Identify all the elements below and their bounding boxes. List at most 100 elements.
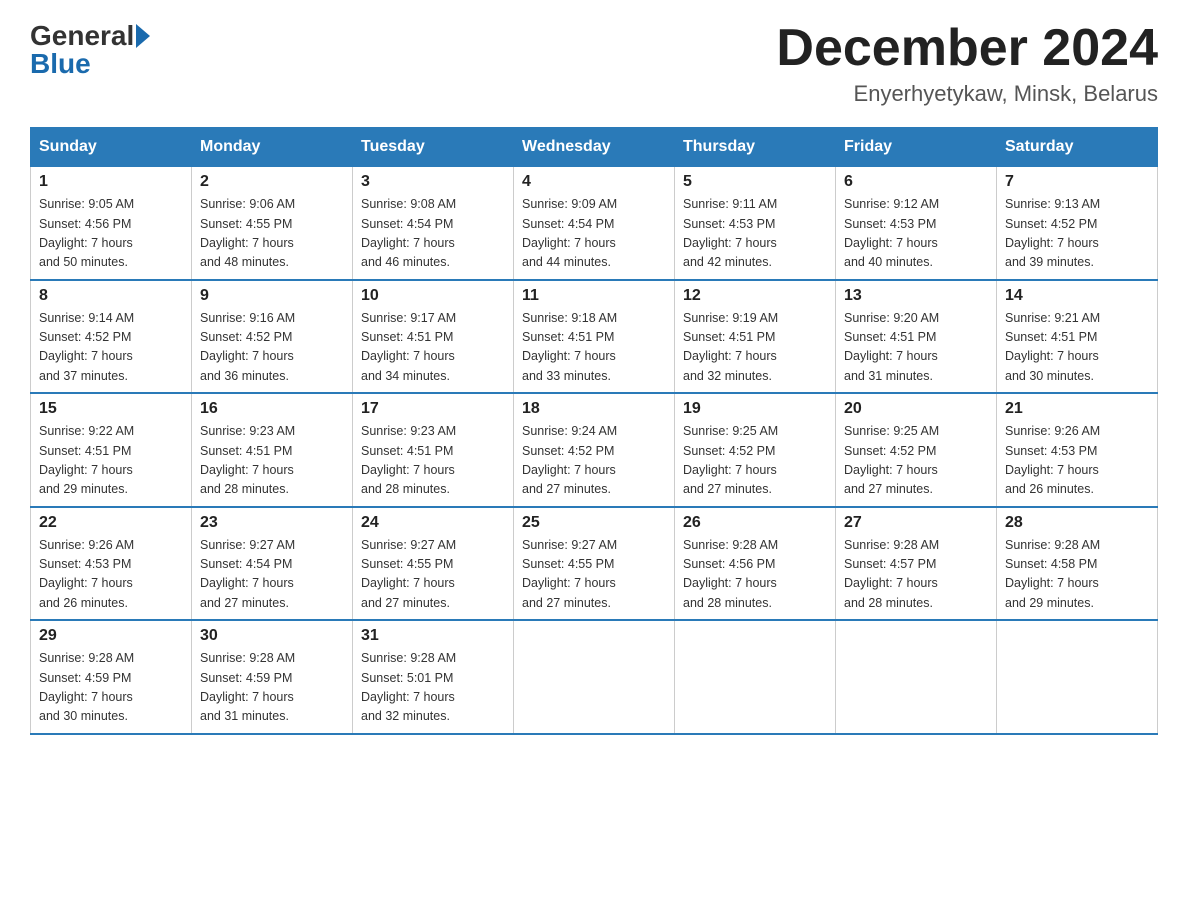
- calendar-day-cell: 30 Sunrise: 9:28 AM Sunset: 4:59 PM Dayli…: [192, 620, 353, 734]
- day-info: Sunrise: 9:05 AM Sunset: 4:56 PM Dayligh…: [39, 195, 183, 273]
- day-info: Sunrise: 9:16 AM Sunset: 4:52 PM Dayligh…: [200, 309, 344, 387]
- page-header: General Blue December 2024 Enyerhyetykaw…: [30, 20, 1158, 107]
- day-number: 24: [361, 514, 505, 532]
- calendar-day-cell: 14Sunrise: 9:21 AM Sunset: 4:51 PM Dayli…: [997, 280, 1158, 394]
- calendar-day-cell: 7Sunrise: 9:13 AM Sunset: 4:52 PM Daylig…: [997, 167, 1158, 280]
- calendar-day-cell: 21 Sunrise: 9:26 AM Sunset: 4:53 PM Dayli…: [997, 393, 1158, 507]
- day-info: Sunrise: 9:11 AM Sunset: 4:53 PM Dayligh…: [683, 195, 827, 273]
- day-number: 27: [844, 514, 988, 532]
- day-number: 8: [39, 287, 183, 305]
- day-number: 31: [361, 627, 505, 645]
- calendar-day-cell: 12 Sunrise: 9:19 AM Sunset: 4:51 PM Dayli…: [675, 280, 836, 394]
- day-number: 29: [39, 627, 183, 645]
- day-number: 3: [361, 173, 505, 191]
- calendar-header-cell: Wednesday: [514, 128, 675, 167]
- day-number: 5: [683, 173, 827, 191]
- day-info: Sunrise: 9:27 AM Sunset: 4:55 PM Dayligh…: [522, 536, 666, 614]
- calendar-day-cell: [836, 620, 997, 734]
- day-info: Sunrise: 9:19 AM Sunset: 4:51 PM Dayligh…: [683, 309, 827, 387]
- day-number: 12: [683, 287, 827, 305]
- day-info: Sunrise: 9:26 AM Sunset: 4:53 PM Dayligh…: [39, 536, 183, 614]
- calendar-header-cell: Monday: [192, 128, 353, 167]
- calendar-week-row: 29 Sunrise: 9:28 AM Sunset: 4:59 PM Dayli…: [31, 620, 1158, 734]
- day-info: Sunrise: 9:25 AM Sunset: 4:52 PM Dayligh…: [844, 422, 988, 500]
- calendar-header: SundayMondayTuesdayWednesdayThursdayFrid…: [31, 128, 1158, 167]
- calendar-day-cell: [675, 620, 836, 734]
- calendar-day-cell: 1 Sunrise: 9:05 AM Sunset: 4:56 PM Daylig…: [31, 167, 192, 280]
- location-text: Enyerhyetykaw, Minsk, Belarus: [776, 81, 1158, 107]
- calendar-day-cell: 11Sunrise: 9:18 AM Sunset: 4:51 PM Dayli…: [514, 280, 675, 394]
- day-info: Sunrise: 9:08 AM Sunset: 4:54 PM Dayligh…: [361, 195, 505, 273]
- day-info: Sunrise: 9:25 AM Sunset: 4:52 PM Dayligh…: [683, 422, 827, 500]
- calendar-day-cell: 19Sunrise: 9:25 AM Sunset: 4:52 PM Dayli…: [675, 393, 836, 507]
- day-info: Sunrise: 9:23 AM Sunset: 4:51 PM Dayligh…: [361, 422, 505, 500]
- day-number: 20: [844, 400, 988, 418]
- day-info: Sunrise: 9:06 AM Sunset: 4:55 PM Dayligh…: [200, 195, 344, 273]
- day-info: Sunrise: 9:28 AM Sunset: 4:59 PM Dayligh…: [200, 649, 344, 727]
- calendar-day-cell: 27 Sunrise: 9:28 AM Sunset: 4:57 PM Dayli…: [836, 507, 997, 621]
- calendar-day-cell: 9 Sunrise: 9:16 AM Sunset: 4:52 PM Daylig…: [192, 280, 353, 394]
- day-info: Sunrise: 9:09 AM Sunset: 4:54 PM Dayligh…: [522, 195, 666, 273]
- calendar-day-cell: 28 Sunrise: 9:28 AM Sunset: 4:58 PM Dayli…: [997, 507, 1158, 621]
- calendar-day-cell: 16Sunrise: 9:23 AM Sunset: 4:51 PM Dayli…: [192, 393, 353, 507]
- calendar-day-cell: 26 Sunrise: 9:28 AM Sunset: 4:56 PM Dayli…: [675, 507, 836, 621]
- day-number: 17: [361, 400, 505, 418]
- calendar-day-cell: 10Sunrise: 9:17 AM Sunset: 4:51 PM Dayli…: [353, 280, 514, 394]
- calendar-week-row: 15 Sunrise: 9:22 AM Sunset: 4:51 PM Dayli…: [31, 393, 1158, 507]
- calendar-day-cell: [514, 620, 675, 734]
- day-info: Sunrise: 9:12 AM Sunset: 4:53 PM Dayligh…: [844, 195, 988, 273]
- day-number: 30: [200, 627, 344, 645]
- day-info: Sunrise: 9:24 AM Sunset: 4:52 PM Dayligh…: [522, 422, 666, 500]
- calendar-header-row: SundayMondayTuesdayWednesdayThursdayFrid…: [31, 128, 1158, 167]
- day-info: Sunrise: 9:26 AM Sunset: 4:53 PM Dayligh…: [1005, 422, 1149, 500]
- day-number: 28: [1005, 514, 1149, 532]
- calendar-day-cell: 29Sunrise: 9:28 AM Sunset: 4:59 PM Dayli…: [31, 620, 192, 734]
- day-number: 25: [522, 514, 666, 532]
- calendar-day-cell: [997, 620, 1158, 734]
- calendar-header-cell: Thursday: [675, 128, 836, 167]
- logo-arrow-icon: [136, 24, 150, 48]
- calendar-day-cell: 2 Sunrise: 9:06 AM Sunset: 4:55 PM Daylig…: [192, 167, 353, 280]
- calendar-day-cell: 22 Sunrise: 9:26 AM Sunset: 4:53 PM Dayli…: [31, 507, 192, 621]
- calendar-day-cell: 25 Sunrise: 9:27 AM Sunset: 4:55 PM Dayli…: [514, 507, 675, 621]
- day-number: 15: [39, 400, 183, 418]
- month-title: December 2024: [776, 20, 1158, 77]
- calendar-day-cell: 20 Sunrise: 9:25 AM Sunset: 4:52 PM Dayli…: [836, 393, 997, 507]
- calendar-body: 1 Sunrise: 9:05 AM Sunset: 4:56 PM Daylig…: [31, 167, 1158, 734]
- title-block: December 2024 Enyerhyetykaw, Minsk, Bela…: [776, 20, 1158, 107]
- day-number: 23: [200, 514, 344, 532]
- day-number: 26: [683, 514, 827, 532]
- calendar-day-cell: 23 Sunrise: 9:27 AM Sunset: 4:54 PM Dayli…: [192, 507, 353, 621]
- calendar-table: SundayMondayTuesdayWednesdayThursdayFrid…: [30, 127, 1158, 735]
- day-number: 9: [200, 287, 344, 305]
- day-info: Sunrise: 9:28 AM Sunset: 4:56 PM Dayligh…: [683, 536, 827, 614]
- day-number: 11: [522, 287, 666, 305]
- day-number: 1: [39, 173, 183, 191]
- calendar-day-cell: 5 Sunrise: 9:11 AM Sunset: 4:53 PM Daylig…: [675, 167, 836, 280]
- day-info: Sunrise: 9:21 AM Sunset: 4:51 PM Dayligh…: [1005, 309, 1149, 387]
- day-number: 2: [200, 173, 344, 191]
- calendar-week-row: 8Sunrise: 9:14 AM Sunset: 4:52 PM Daylig…: [31, 280, 1158, 394]
- day-number: 21: [1005, 400, 1149, 418]
- calendar-header-cell: Friday: [836, 128, 997, 167]
- day-info: Sunrise: 9:13 AM Sunset: 4:52 PM Dayligh…: [1005, 195, 1149, 273]
- day-info: Sunrise: 9:28 AM Sunset: 4:57 PM Dayligh…: [844, 536, 988, 614]
- calendar-week-row: 1 Sunrise: 9:05 AM Sunset: 4:56 PM Daylig…: [31, 167, 1158, 280]
- calendar-header-cell: Saturday: [997, 128, 1158, 167]
- day-number: 13: [844, 287, 988, 305]
- day-info: Sunrise: 9:28 AM Sunset: 4:58 PM Dayligh…: [1005, 536, 1149, 614]
- day-info: Sunrise: 9:22 AM Sunset: 4:51 PM Dayligh…: [39, 422, 183, 500]
- calendar-day-cell: 6 Sunrise: 9:12 AM Sunset: 4:53 PM Daylig…: [836, 167, 997, 280]
- day-number: 18: [522, 400, 666, 418]
- calendar-day-cell: 18 Sunrise: 9:24 AM Sunset: 4:52 PM Dayli…: [514, 393, 675, 507]
- logo: General Blue: [30, 20, 150, 80]
- day-info: Sunrise: 9:27 AM Sunset: 4:54 PM Dayligh…: [200, 536, 344, 614]
- calendar-day-cell: 4 Sunrise: 9:09 AM Sunset: 4:54 PM Daylig…: [514, 167, 675, 280]
- calendar-week-row: 22 Sunrise: 9:26 AM Sunset: 4:53 PM Dayli…: [31, 507, 1158, 621]
- day-number: 4: [522, 173, 666, 191]
- calendar-day-cell: 3 Sunrise: 9:08 AM Sunset: 4:54 PM Daylig…: [353, 167, 514, 280]
- day-number: 22: [39, 514, 183, 532]
- day-info: Sunrise: 9:17 AM Sunset: 4:51 PM Dayligh…: [361, 309, 505, 387]
- day-info: Sunrise: 9:27 AM Sunset: 4:55 PM Dayligh…: [361, 536, 505, 614]
- day-number: 6: [844, 173, 988, 191]
